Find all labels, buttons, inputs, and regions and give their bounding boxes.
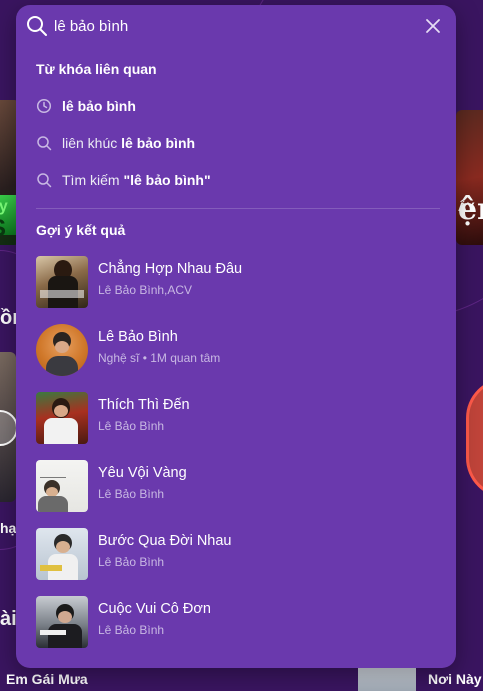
bg-song-title[interactable]: Em Gái Mưa xyxy=(6,671,88,687)
bg-card-text: S xyxy=(0,215,6,243)
song-artist: Lê Bảo Bình xyxy=(98,623,165,637)
song-thumbnail xyxy=(36,256,88,308)
bg-card-text: ay xyxy=(0,198,8,215)
search-icon xyxy=(27,16,47,36)
suggestion-artist-item[interactable]: Lê Bảo Bình Nghệ sĩ • 1M quan tâm xyxy=(36,324,440,376)
song-title: Yêu Vội Vàng xyxy=(98,465,187,481)
bg-section-label: ài xyxy=(0,608,17,630)
artist-name: Lê Bảo Bình xyxy=(98,329,178,345)
search-dropdown: Từ khóa liên quan lê bảo bình liên khúc … xyxy=(16,5,456,668)
suggestion-song-item[interactable]: Bước Qua Đời Nhau Lê Bảo Bình xyxy=(36,528,440,580)
song-artist: Lê Bảo Bình xyxy=(98,555,165,569)
suggestions-title: Gợi ý kết quả xyxy=(36,222,126,238)
search-icon xyxy=(37,136,52,151)
bg-song-thumbnail[interactable] xyxy=(358,664,416,691)
history-clock-icon xyxy=(36,98,52,114)
song-title: Cuộc Vui Cô Đơn xyxy=(98,601,211,617)
song-artist: Lê Bảo Bình,ACV xyxy=(98,283,193,297)
song-thumbnail xyxy=(36,596,88,648)
song-artist: Lê Bảo Bình xyxy=(98,487,165,501)
suggestion-song-item[interactable]: Cuộc Vui Cô Đơn Lê Bảo Bình xyxy=(36,596,440,648)
search-bar xyxy=(16,5,456,47)
song-title: Bước Qua Đời Nhau xyxy=(98,533,232,549)
song-thumbnail xyxy=(36,460,88,512)
keyword-item[interactable]: Tìm kiếm "lê bảo bình" xyxy=(36,168,436,192)
bg-artist-card[interactable] xyxy=(466,378,483,498)
bg-section-label: hạ xyxy=(0,520,17,536)
close-icon[interactable] xyxy=(424,17,442,35)
song-thumbnail xyxy=(36,392,88,444)
keyword-text: Tìm kiếm "lê bảo bình" xyxy=(62,172,211,188)
related-keywords-title: Từ khóa liên quan xyxy=(36,61,157,77)
bg-playlist-card[interactable]: ÂY ệr xyxy=(456,110,483,245)
artist-avatar xyxy=(36,324,88,376)
suggestion-song-item[interactable]: Thích Thì Đến Lê Bảo Bình xyxy=(36,392,440,444)
song-thumbnail xyxy=(36,528,88,580)
song-artist: Lê Bảo Bình xyxy=(98,419,165,433)
suggestion-song-item[interactable]: Yêu Vội Vàng Lê Bảo Bình xyxy=(36,460,440,512)
divider xyxy=(36,208,440,209)
suggestion-song-item[interactable]: Chẳng Hợp Nhau Đâu Lê Bảo Bình,ACV xyxy=(36,256,440,308)
keyword-text: lê bảo bình xyxy=(62,98,136,114)
keyword-text: liên khúc lê bảo bình xyxy=(62,135,196,151)
song-title: Thích Thì Đến xyxy=(98,397,190,413)
search-input[interactable] xyxy=(54,13,414,39)
song-title: Chẳng Hợp Nhau Đâu xyxy=(98,261,243,277)
keyword-item[interactable]: lê bảo bình xyxy=(36,94,436,118)
bg-song-title[interactable]: Nơi Này xyxy=(428,671,482,687)
keyword-item[interactable]: liên khúc lê bảo bình xyxy=(36,131,436,155)
search-icon xyxy=(37,173,52,188)
artist-meta: Nghệ sĩ • 1M quan tâm xyxy=(98,351,221,365)
bg-card-text: ệr xyxy=(458,192,483,227)
